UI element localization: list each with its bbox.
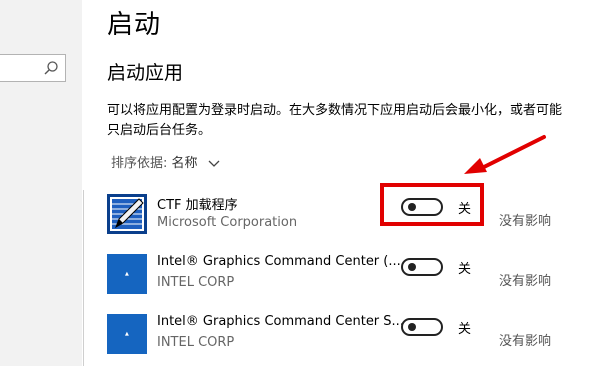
app-name: Intel® Graphics Command Center S... (157, 314, 404, 329)
app-publisher: Microsoft Corporation (157, 215, 298, 230)
intel-graphics-icon: ▲ (107, 314, 147, 354)
highlight-box (380, 183, 484, 226)
chevron-down-icon (208, 160, 220, 167)
app-publisher: INTEL CORP (157, 335, 235, 350)
ctf-loader-icon (107, 194, 147, 234)
startup-toggle[interactable] (401, 318, 443, 336)
sidebar (0, 0, 82, 366)
app-publisher: INTEL CORP (157, 275, 235, 290)
section-title: 启动应用 (107, 62, 184, 84)
intel-graphics-icon: ▲ (107, 254, 147, 294)
toggle-knob (408, 323, 416, 331)
startup-toggle[interactable] (401, 258, 443, 276)
sort-value: 名称 (171, 156, 198, 171)
scroll-divider (83, 190, 84, 366)
search-icon (44, 61, 58, 75)
sort-dropdown[interactable]: 排序依据: 名称 (111, 152, 220, 171)
startup-impact: 没有影响 (499, 214, 552, 229)
startup-app-row: CTF 加载程序 Microsoft Corporation 关 没有影响 (107, 194, 587, 246)
startup-app-row: ▲ Intel® Graphics Command Center (... IN… (107, 254, 587, 306)
page-title: 启动 (107, 10, 162, 40)
toggle-knob (408, 263, 416, 271)
startup-impact: 没有影响 (499, 274, 552, 289)
startup-app-row: ▲ Intel® Graphics Command Center S... IN… (107, 314, 587, 366)
toggle-state-label: 关 (458, 262, 472, 277)
app-name: Intel® Graphics Command Center (... (157, 254, 401, 269)
toggle-state-label: 关 (458, 322, 472, 337)
search-input[interactable] (0, 54, 66, 82)
red-arrow-annotation (464, 135, 546, 174)
app-name: CTF 加载程序 (157, 198, 238, 213)
sort-label: 排序依据: (111, 156, 172, 171)
startup-impact: 没有影响 (499, 334, 552, 349)
